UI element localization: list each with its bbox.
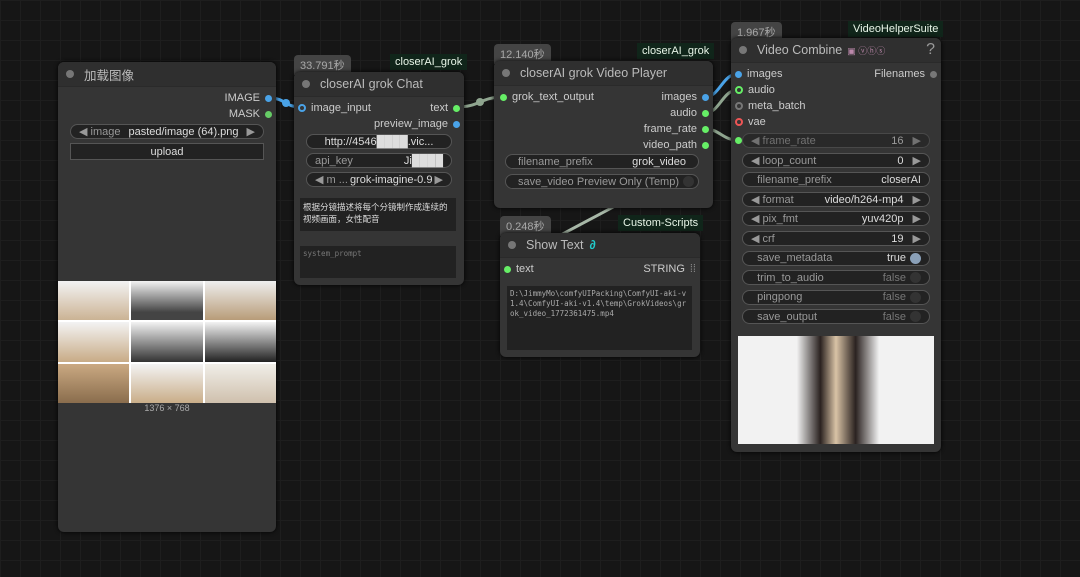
image-combo[interactable]: ◀ image pasted/image (64).png ▶ <box>70 124 264 139</box>
system-prompt-textarea[interactable]: system_prompt <box>300 246 456 278</box>
widget-pingpong[interactable]: pingpong false <box>742 289 930 305</box>
grok-video-player-node[interactable]: closerAI grok Video Player grok_text_out… <box>494 61 713 208</box>
widget-label: loop_count <box>762 154 817 167</box>
vhs-icon: ▣ ⓥⓗⓢ <box>847 45 886 56</box>
widget-save-output[interactable]: save_output false <box>742 309 930 325</box>
node-source-tag: VideoHelperSuite <box>848 21 944 37</box>
load-image-node[interactable]: 加载图像 IMAGE MASK ◀ image pasted/image (64)… <box>58 62 276 532</box>
widget-label: pingpong <box>757 291 803 304</box>
output-filenames[interactable]: Filenames <box>874 68 937 80</box>
widget-label: format <box>762 193 794 206</box>
video-combine-node[interactable]: Video Combine ▣ ⓥⓗⓢ? images Filenames aud… <box>731 38 941 452</box>
image-size: 1376 × 768 <box>144 403 190 413</box>
custom-scripts-icon: ∂ <box>589 238 596 252</box>
widget-value: false <box>882 310 906 323</box>
output-mask[interactable]: MASK <box>229 108 272 120</box>
url-field[interactable]: http://4546████.vic... <box>306 134 452 149</box>
node-title: closerAI grok Chat <box>320 77 423 91</box>
widget-save-metadata[interactable]: save_metadata true <box>742 250 930 266</box>
widget-label: trim_to_audio <box>757 271 824 284</box>
widget-value: video/h264-mp4 <box>824 193 904 206</box>
widget-value: yuv420p <box>861 213 904 226</box>
node-source-tag: Custom-Scripts <box>618 215 704 231</box>
widget-label: frame_rate <box>762 135 816 147</box>
widget-value: closerAI <box>881 173 921 186</box>
output-images[interactable]: images <box>662 91 709 103</box>
widget-label: filename_prefix <box>757 173 832 186</box>
node-title: 加载图像 <box>84 68 135 83</box>
widget-format[interactable]: ◀ format video/h264-mp4 ▶ <box>742 191 930 207</box>
input-meta-batch[interactable]: meta_batch <box>735 100 805 112</box>
output-image[interactable]: IMAGE <box>225 92 272 104</box>
widget-label: pix_fmt <box>762 213 798 226</box>
widget-value: 16 <box>891 135 904 147</box>
prompt-textarea[interactable]: 根据分镜描述将每个分镜制作成连续的视频画面，女性配音 <box>300 198 456 231</box>
slot-label: MASK <box>228 108 260 120</box>
widget-value: false <box>882 271 906 284</box>
output-audio[interactable]: audio <box>670 107 709 119</box>
widget-value: pasted/image (64).png <box>128 125 239 138</box>
video-preview[interactable] <box>738 336 934 444</box>
widget-value: false <box>882 291 906 304</box>
input-image[interactable]: image_input <box>298 102 371 114</box>
node-title: closerAI grok Video Player <box>520 66 668 80</box>
image-preview <box>58 281 276 403</box>
widget-frame-rate[interactable]: ◀ frame_rate 16 ▶ <box>742 133 930 148</box>
filename-prefix-field[interactable]: filename_prefix grok_video <box>505 154 699 169</box>
save-video-toggle[interactable]: save_video Preview Only (Temp) <box>505 174 699 189</box>
widget-label: image <box>90 126 121 138</box>
node-source-tag: closerAI_grok <box>390 54 468 70</box>
widget-filename-prefix[interactable]: filename_prefix closerAI <box>742 172 930 188</box>
widget-value: 0 <box>897 154 904 167</box>
node-title: Video Combine <box>757 43 843 57</box>
api-key-field[interactable]: api_key Ji████ <box>306 153 452 168</box>
output-video-path[interactable]: video_path <box>643 139 709 151</box>
input-audio[interactable]: audio <box>735 84 775 96</box>
input-vae[interactable]: vae <box>735 116 766 128</box>
widget-label: save_output <box>757 310 818 323</box>
help-icon[interactable]: ? <box>926 41 935 59</box>
widget-label: crf <box>762 233 775 245</box>
widget-value: 19 <box>891 233 904 245</box>
output-preview-image[interactable]: preview_image <box>374 118 460 130</box>
upload-button[interactable]: upload <box>70 143 264 160</box>
widget-crf[interactable]: ◀ crf 19 ▶ <box>742 231 930 246</box>
slot-label: IMAGE <box>224 92 260 104</box>
text-output[interactable]: D:\JimmyMo\comfyUIPacking\ComfyUI-aki-v1… <box>507 286 692 350</box>
node-source-tag: closerAI_grok <box>637 43 715 59</box>
grok-chat-node[interactable]: closerAI grok Chat image_input text prev… <box>294 72 464 285</box>
widget-loop-count[interactable]: ◀ loop_count 0 ▶ <box>742 152 930 168</box>
model-combo[interactable]: ◀ m ... grok-imagine-0.9 ▶ <box>306 172 452 187</box>
input-grok-text-output[interactable]: grok_text_output <box>500 91 594 103</box>
output-string[interactable]: STRING ⁞⁞ <box>643 263 696 275</box>
output-text[interactable]: text <box>430 102 460 114</box>
node-title: Show Text <box>526 238 584 252</box>
input-text[interactable]: text <box>504 263 534 275</box>
widget-label: save_metadata <box>757 252 833 265</box>
widget-pix-fmt[interactable]: ◀ pix_fmt yuv420p ▶ <box>742 211 930 227</box>
collapse-dot[interactable] <box>66 70 74 78</box>
show-text-node[interactable]: Show Text ∂ text STRING ⁞⁞ D:\JimmyMo\comf… <box>500 233 700 357</box>
widget-trim-to-audio[interactable]: trim_to_audio false <box>742 270 930 286</box>
input-images[interactable]: images <box>735 68 782 80</box>
output-frame-rate[interactable]: frame_rate <box>644 123 709 135</box>
widget-value: true <box>887 252 906 265</box>
